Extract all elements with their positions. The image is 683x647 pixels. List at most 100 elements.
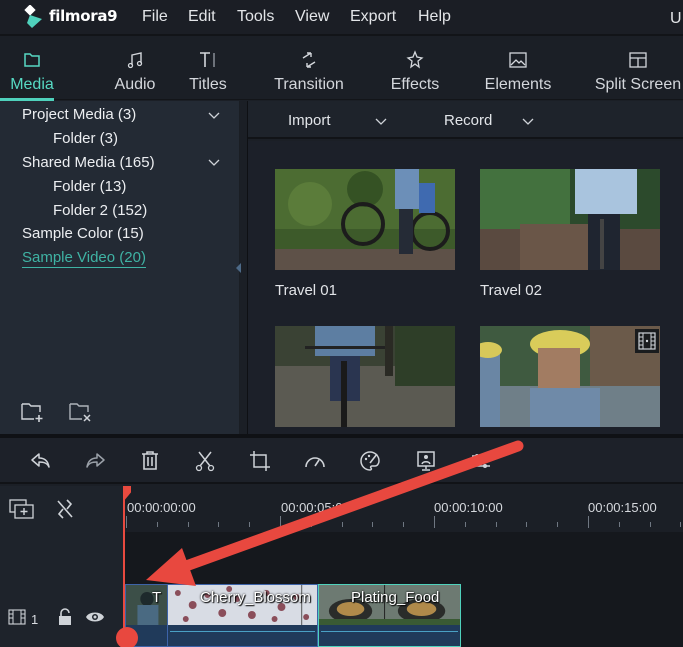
crop-icon[interactable] [248,449,272,473]
text-icon [200,52,215,67]
ruler-minor-tick [464,522,466,527]
ruler-minor-tick [526,522,528,527]
import-label: Import [288,112,331,129]
tab-transition[interactable]: Transition [266,38,352,100]
clip-title: Cherry_Blossom [200,589,311,606]
tab-split-screen[interactable]: Split Screen [592,38,683,100]
library-item-folder-13[interactable]: Folder (13) [53,178,126,195]
chevron-down-icon [375,118,386,125]
video-thumbnail [480,169,660,270]
library-item-project-media[interactable]: Project Media (3) [22,106,136,123]
media-item-label: Travel 02 [480,282,542,299]
library-item-folder[interactable]: Folder (3) [53,130,118,147]
ruler-label: 00:00:10:00 [434,500,503,515]
tab-elements[interactable]: Elements [478,38,558,100]
ruler-minor-tick [618,522,620,527]
import-dropdown[interactable]: Import [288,112,387,129]
eye-icon[interactable] [85,610,105,624]
unlink-icon[interactable] [54,497,76,521]
ruler-minor-tick [649,522,651,527]
audio-mixer-icon[interactable] [469,449,493,473]
record-label: Record [444,112,493,129]
music-note-icon [127,52,143,69]
ruler-minor-tick [557,522,559,527]
menu-file[interactable]: File [142,8,168,26]
menu-export[interactable]: Export [350,8,396,26]
ruler-major-tick [280,516,281,528]
media-item[interactable] [275,326,455,432]
ruler-label: 00:00:15:00 [588,500,657,515]
library-panel: Project Media (3) Folder (3) Shared Medi… [0,101,240,434]
tab-titles[interactable]: Titles [178,38,238,100]
timeline-clip[interactable]: Plating_Food [318,584,461,647]
add-track-icon[interactable] [9,498,35,520]
film-badge [635,329,659,353]
cut-icon[interactable] [193,449,217,473]
media-grid: Travel 01 Travel 02 [248,141,683,434]
menu-edit[interactable]: Edit [188,8,216,26]
chevron-down-icon [522,118,534,125]
chevron-down-icon[interactable] [208,159,220,167]
playhead[interactable] [123,486,125,647]
library-item-shared-media[interactable]: Shared Media (165) [22,154,155,171]
green-screen-icon[interactable] [414,449,438,473]
timeline-clip[interactable]: Cherry_Blossom [167,584,318,647]
transition-icon [302,52,316,68]
media-toolbar: Import Record [248,101,683,139]
ruler-minor-tick [680,522,682,527]
delete-folder-icon[interactable] [68,401,94,423]
ruler-minor-tick [495,522,497,527]
video-thumbnail [474,326,660,427]
undo-icon[interactable] [29,449,53,473]
record-dropdown[interactable]: Record [444,112,534,129]
ruler-major-tick [126,516,127,528]
ruler-minor-tick [341,522,343,527]
library-item-folder-2[interactable]: Folder 2 (152) [53,202,147,219]
video-thumbnail [275,326,455,427]
media-item-label: Travel 01 [275,282,337,299]
collapse-panel-icon[interactable] [236,263,241,273]
edit-toolbar [0,438,683,484]
image-icon [509,52,527,68]
library-item-sample-color[interactable]: Sample Color (15) [22,225,144,242]
split-screen-icon [629,52,647,68]
delete-icon[interactable] [138,449,162,473]
ruler-minor-tick [372,522,374,527]
ruler-minor-tick [187,522,189,527]
effects-icon [406,50,424,69]
ruler-minor-tick [403,522,405,527]
tab-media[interactable]: Media [0,38,64,100]
ruler-minor-tick [310,522,312,527]
lock-open-icon[interactable] [57,608,73,626]
ruler-major-tick [588,516,589,528]
folder-icon [24,53,40,67]
menu-bar: filmora9 File Edit Tools View Export Hel… [0,0,683,36]
ruler-minor-tick [218,522,220,527]
media-item[interactable]: Travel 02 [480,169,660,299]
chevron-down-icon[interactable] [208,112,220,120]
ruler-minor-tick [156,522,158,527]
tab-effects[interactable]: Effects [380,38,450,100]
menu-tools[interactable]: Tools [237,8,274,26]
clip-title: Plating_Food [351,589,440,606]
track-headers: 1 [0,486,124,647]
redo-icon[interactable] [83,449,107,473]
ruler-minor-tick [249,522,251,527]
menu-view[interactable]: View [295,8,329,26]
media-item[interactable]: Travel 01 [275,169,455,299]
library-item-sample-video[interactable]: Sample Video (20) [22,249,146,268]
speed-icon[interactable] [303,449,327,473]
menu-help[interactable]: Help [418,8,451,26]
video-thumbnail [275,169,455,270]
empty-track[interactable] [124,532,683,584]
ruler-label: 00:00:05:00 [281,500,350,515]
timeline-clip[interactable]: T [125,584,168,647]
color-palette-icon[interactable] [358,449,382,473]
user-account[interactable]: U [670,10,682,28]
module-tabs: Media Audio Titles Transition Effects El… [0,38,683,100]
new-folder-icon[interactable] [20,401,46,423]
tab-audio[interactable]: Audio [94,38,176,100]
media-item[interactable] [474,326,660,432]
timeline-ruler[interactable]: 00:00:00:00 00:00:05:00 00:00:10:00 00:0… [124,486,683,532]
ruler-label: 00:00:00:00 [127,500,196,515]
